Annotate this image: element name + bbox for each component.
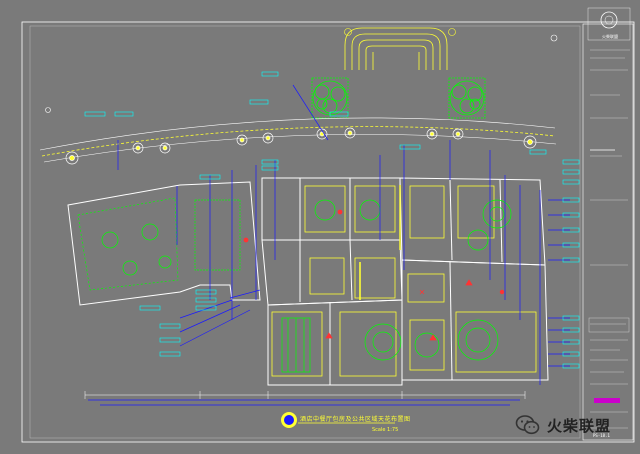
canopy-downlights xyxy=(65,127,537,165)
floor-plan-walls xyxy=(67,177,549,386)
fixture-symbols xyxy=(243,209,505,341)
canopy-edge xyxy=(39,117,557,163)
grid-marker xyxy=(45,107,51,113)
firm-logo-text: 火柴联盟 xyxy=(602,34,618,39)
drawing-scale: Scale 1:75 xyxy=(372,427,399,433)
magenta-stamp xyxy=(594,398,620,403)
grid-marker xyxy=(550,34,558,42)
watermark: 火柴联盟 xyxy=(515,412,611,438)
watermark-text: 火柴联盟 xyxy=(547,416,612,435)
dimension-line xyxy=(84,391,526,399)
tree-right xyxy=(448,77,486,119)
cad-drawing-sheet xyxy=(21,7,635,443)
logo-emblem xyxy=(600,11,618,29)
drawing-title: 酒店中餐厅包房及公共区域天花布置图 xyxy=(300,416,411,423)
grid-marker xyxy=(448,28,456,36)
entrance-arch xyxy=(344,27,448,70)
title-block xyxy=(582,7,634,441)
furniture-layout xyxy=(77,197,512,373)
annotation-leaders xyxy=(88,84,570,406)
wechat-icon xyxy=(515,415,540,435)
